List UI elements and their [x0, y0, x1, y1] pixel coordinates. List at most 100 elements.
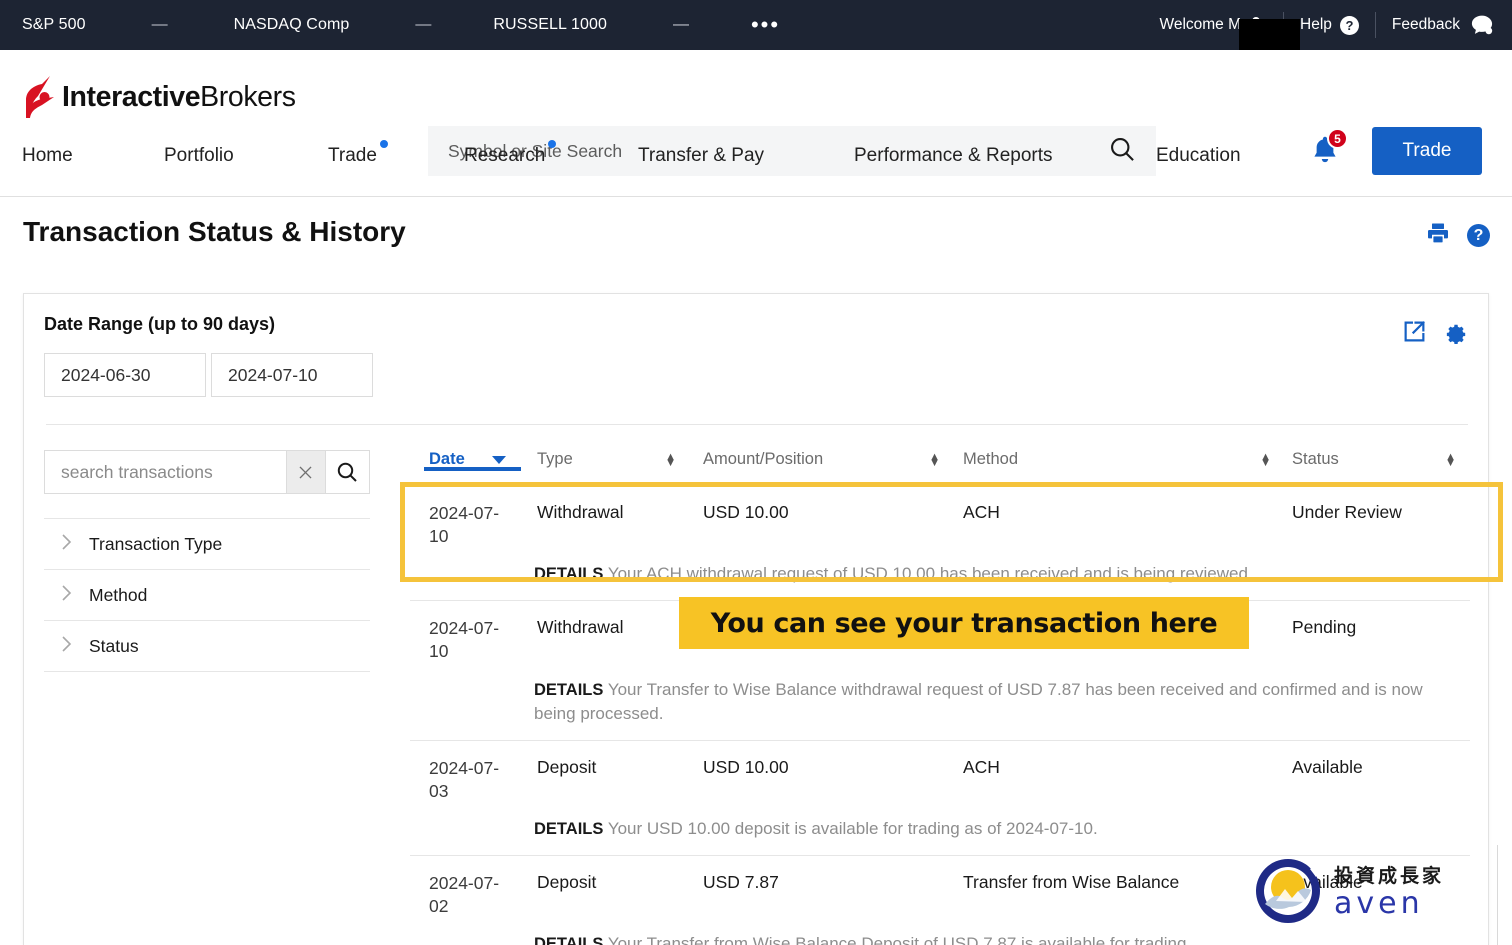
column-label: Method	[963, 450, 1019, 468]
transaction-search[interactable]	[44, 450, 370, 494]
nav-label: Portfolio	[164, 145, 234, 166]
card-actions	[1402, 319, 1468, 349]
details-label: DETAILS	[534, 565, 604, 584]
ticker-value-nasdaq: —	[415, 16, 432, 33]
cell-type: Withdrawal	[537, 617, 624, 638]
nav-label: Research	[464, 145, 546, 166]
column-header-status[interactable]: Status ▲ ▼	[1277, 450, 1462, 469]
table-row[interactable]: 2024-07-10 Withdrawal USD 10.00 ACH Unde…	[410, 486, 1470, 602]
nav-item-trade[interactable]: Trade	[328, 140, 388, 167]
cell-date: 2024-07-10	[429, 503, 500, 547]
ticker-value-russell: —	[672, 16, 689, 33]
column-label: Type	[537, 450, 573, 468]
watermark-english: aven	[1334, 886, 1424, 921]
new-indicator-dot	[548, 140, 557, 148]
nav-item-portfolio[interactable]: Portfolio	[164, 145, 234, 167]
watermark-text: 投資成長家 aven	[1334, 861, 1444, 921]
row-details: DETAILS Your ACH withdrawal request of U…	[410, 562, 1470, 586]
cell-date: 2024-07-10	[429, 618, 500, 662]
logo-brokers: Brokers	[200, 80, 296, 113]
help-label[interactable]: Help	[1300, 16, 1332, 34]
details-text: Your Transfer to Wise Balance withdrawal…	[534, 679, 1423, 723]
cell-date: 2024-07-03	[429, 757, 500, 801]
sort-toggle-icon[interactable]: ▲ ▼	[929, 451, 940, 468]
search-transactions-input[interactable]	[45, 451, 286, 493]
table-header-row: Date Type ▲ ▼ Amount/Position ▲ ▼ Method ▲…	[410, 446, 1470, 486]
welcome-label: Welcome M	[1159, 16, 1242, 33]
app-window: S&P 500 — NASDAQ Comp — RUSSELL 1000 — •…	[0, 0, 1512, 945]
filter-group-label: Method	[89, 584, 148, 605]
submit-search-button[interactable]	[324, 451, 369, 493]
ticker-item-sp500[interactable]: S&P 500	[22, 16, 86, 34]
nav-divider	[0, 196, 1512, 197]
ib-logo-text: InteractiveBrokers	[62, 81, 296, 114]
logo-interactive: Interactive	[62, 80, 201, 113]
cell-status: Pending	[1292, 617, 1357, 638]
details-label: DETAILS	[534, 680, 604, 699]
topbar-account-area: Welcome M Help ? Feedback	[1159, 0, 1494, 56]
cell-status: Under Review	[1292, 502, 1402, 522]
sort-toggle-icon[interactable]: ▲ ▼	[1260, 451, 1271, 468]
filter-groups: Transaction Type Method Status	[44, 518, 370, 672]
nav-label: Home	[22, 145, 73, 166]
ib-logo-mark	[26, 76, 54, 118]
filter-group-label: Transaction Type	[89, 533, 223, 554]
cell-type: Deposit	[537, 756, 597, 777]
cell-date: 2024-07-02	[429, 873, 500, 917]
gear-icon[interactable]	[1443, 319, 1468, 349]
column-header-method[interactable]: Method ▲ ▼	[946, 450, 1277, 469]
ib-logo[interactable]: InteractiveBrokers	[22, 74, 296, 120]
filter-panel: Transaction Type Method Status	[44, 450, 370, 672]
details-text: Your Transfer from Wise Balance Deposit …	[607, 934, 1192, 945]
new-indicator-dot	[379, 140, 388, 148]
nav-item-home[interactable]: Home	[22, 145, 73, 167]
ticker-items: S&P 500 — NASDAQ Comp — RUSSELL 1000 — •…	[0, 14, 780, 36]
sort-desc-icon[interactable]	[492, 455, 506, 464]
nav-item-education[interactable]: Education	[1156, 145, 1241, 167]
ticker-item-russell[interactable]: RUSSELL 1000	[493, 16, 607, 34]
feedback-label[interactable]: Feedback	[1392, 16, 1460, 34]
table-row[interactable]: 2024-07-03 Deposit USD 10.00 ACH Availab…	[410, 741, 1470, 857]
filter-group-transaction-type[interactable]: Transaction Type	[44, 519, 370, 570]
chevron-right-icon	[61, 584, 73, 607]
column-label: Amount/Position	[703, 450, 824, 468]
market-ticker-bar: S&P 500 — NASDAQ Comp — RUSSELL 1000 — •…	[0, 0, 1512, 56]
annotation-banner: You can see your transaction here	[679, 597, 1249, 649]
page-help-icon[interactable]: ?	[1467, 224, 1490, 247]
divider	[46, 424, 1468, 425]
nav-item-transfer-and-pay[interactable]: Transfer & Pay	[638, 145, 764, 167]
column-header-amount[interactable]: Amount/Position ▲ ▼	[682, 450, 946, 469]
chevron-right-icon	[61, 635, 73, 658]
row-details: DETAILS Your Transfer to Wise Balance wi…	[410, 678, 1470, 726]
chevron-right-icon	[61, 533, 73, 556]
date-to-field[interactable]: 2024-07-10	[211, 353, 373, 397]
page-title-actions: ?	[1425, 221, 1490, 250]
watermark-chinese: 投資成長家	[1334, 865, 1445, 887]
ticker-more-icon[interactable]: •••	[751, 14, 780, 36]
date-from-field[interactable]: 2024-06-30	[44, 353, 206, 397]
filter-group-status[interactable]: Status	[44, 621, 370, 672]
nav-label: Transfer & Pay	[638, 145, 765, 166]
ticker-item-nasdaq[interactable]: NASDAQ Comp	[234, 16, 350, 34]
column-header-type[interactable]: Type ▲ ▼	[516, 450, 682, 469]
print-icon[interactable]	[1425, 221, 1451, 250]
help-question-icon[interactable]: ?	[1339, 15, 1359, 35]
cell-method: ACH	[963, 502, 1000, 522]
clear-search-button[interactable]	[286, 451, 325, 493]
sort-toggle-icon[interactable]: ▲ ▼	[665, 451, 676, 468]
details-text: Your ACH withdrawal request of USD 10.00…	[607, 564, 1253, 584]
cell-type: Withdrawal	[537, 502, 624, 522]
watermark-logo: 投資成長家 aven	[1252, 855, 1444, 927]
cell-amount: USD 10.00	[703, 502, 789, 522]
sort-toggle-icon[interactable]: ▲ ▼	[1445, 451, 1456, 468]
feedback-chat-icon[interactable]	[1470, 14, 1494, 36]
cell-status: Available	[1292, 756, 1363, 777]
nav-item-performance-reports[interactable]: Performance & Reports	[854, 145, 1053, 167]
site-header: InteractiveBrokers 5 Trade	[0, 50, 1512, 176]
filter-group-method[interactable]: Method	[44, 570, 370, 621]
export-icon[interactable]	[1402, 319, 1427, 349]
row-details: DETAILS Your USD 10.00 deposit is availa…	[410, 817, 1470, 841]
column-header-date[interactable]: Date	[410, 450, 521, 471]
nav-item-research[interactable]: Research	[464, 140, 557, 167]
divider	[1497, 845, 1498, 945]
